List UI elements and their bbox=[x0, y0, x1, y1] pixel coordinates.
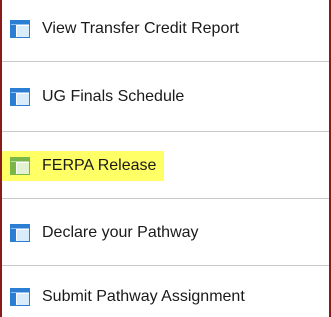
menu-item-ferpa-release[interactable]: FERPA Release bbox=[2, 133, 329, 199]
menu-item-label: FERPA Release bbox=[42, 156, 157, 174]
menu-item-view-transfer-credit-report[interactable]: View Transfer Credit Report bbox=[2, 0, 329, 62]
menu-item-label: UG Finals Schedule bbox=[42, 88, 185, 105]
menu-item-label: Declare your Pathway bbox=[42, 223, 199, 241]
window-icon bbox=[10, 156, 30, 175]
menu-item-ug-finals-schedule[interactable]: UG Finals Schedule bbox=[2, 63, 329, 132]
window-icon bbox=[10, 287, 30, 306]
highlighted-item-content: FERPA Release bbox=[2, 150, 165, 181]
window-icon bbox=[10, 88, 30, 106]
menu-item-content: Declare your Pathway bbox=[2, 218, 207, 248]
menu-item-content: View Transfer Credit Report bbox=[2, 14, 247, 44]
menu-item-submit-pathway-assignment[interactable]: Submit Pathway Assignment bbox=[2, 267, 329, 317]
menu-item-content: UG Finals Schedule bbox=[2, 82, 192, 112]
menu-item-declare-your-pathway[interactable]: Declare your Pathway bbox=[2, 200, 329, 266]
menu-item-content: Submit Pathway Assignment bbox=[2, 282, 253, 312]
menu-item-label: Submit Pathway Assignment bbox=[42, 287, 245, 305]
navigation-menu: View Transfer Credit Report UG Finals Sc… bbox=[0, 0, 331, 317]
window-icon bbox=[10, 19, 30, 38]
menu-item-label: View Transfer Credit Report bbox=[42, 19, 240, 37]
window-icon bbox=[10, 223, 30, 242]
